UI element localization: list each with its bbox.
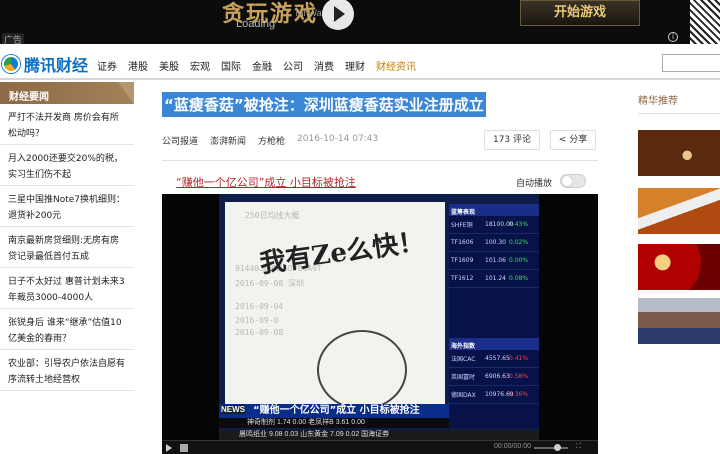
ticker-row: TF1609 101.06 0.00% [449, 252, 539, 270]
ticker-row: 英国富时 6906.63 0.58% [449, 368, 539, 386]
ticker-row: SHFE铜 18100.00 0.43% [449, 216, 539, 234]
info-icon[interactable]: i [668, 32, 678, 42]
ticker-header-2: 海外指数 [449, 338, 539, 350]
nav-item[interactable]: 财经资讯 [376, 58, 416, 73]
play-icon[interactable] [322, 0, 354, 30]
nav-item[interactable]: 宏观 [190, 58, 210, 73]
ticker-change: 0.43% [509, 221, 529, 228]
ticker-change: 0.02% [509, 239, 529, 246]
site-logo[interactable]: 腾讯财经 [2, 52, 88, 76]
qr-code [690, 0, 720, 44]
nav-item[interactable]: 理财 [345, 58, 365, 73]
related-video-link[interactable]: “赚他一个亿公司”成立 小目标被抢注 [176, 174, 356, 190]
ticker-name: TF1609 [451, 257, 474, 264]
nav-item[interactable]: 公司 [283, 58, 303, 73]
video-handwriting: 我有Ze么快！ [258, 226, 427, 280]
sidebar-title: 财经要闻 [0, 82, 134, 104]
video-player[interactable]: 250日均线大概 91440300MA5DP8CA9T 2016-09-08 深… [162, 194, 598, 454]
ticker-name: TF1612 [451, 275, 474, 282]
volume-icon[interactable] [180, 444, 188, 452]
sidebar-news-item[interactable]: 农业部：引导农户依法自愿有序流转土地经营权 [0, 350, 134, 391]
ticker-row: 德国DAX 10976.69 0.36% [449, 386, 539, 404]
ticker-row: TF1612 101.24 0.08% [449, 270, 539, 288]
video-paper-note: 250日均线大概 91440300MA5DP8CA9T 2016-09-08 深… [225, 202, 445, 418]
sidebar-news-item[interactable]: 张锐身后 谁来“继承”估值10亿美金的春雨？ [0, 309, 134, 350]
play-button-icon[interactable] [166, 444, 172, 452]
ad-tag: 广告 [2, 33, 25, 44]
ad-loading-text: Loading [236, 18, 276, 30]
article-source[interactable]: 公司报道 [162, 134, 198, 147]
article-meta: 公司报道 澎湃新闻 方枪枪 2016-10-14 07:43 [162, 134, 390, 147]
right-recommend: 精华推荐 [638, 92, 720, 344]
article-main: “蓝瘦香菇”被抢注：深圳蓝瘦香菇实业注册成立 公司报道 澎湃新闻 方枪枪 201… [162, 92, 602, 454]
ticker-value: 101.06 [485, 257, 506, 264]
autoplay-label: 自动播放 [516, 179, 553, 189]
share-label: 分享 [569, 135, 588, 145]
news-logo: NEWS [221, 405, 245, 414]
recommend-thumb-2[interactable] [638, 188, 720, 234]
volume-knob[interactable] [554, 444, 561, 451]
share-button[interactable]: < 分享 [550, 130, 596, 150]
divider [162, 160, 598, 161]
top-ad-banner[interactable]: 贪玩游戏 TanWan.com Loading 开始游戏 广告 i [0, 0, 720, 44]
ticker-value: 100.30 [485, 239, 506, 246]
article-time: 2016-10-14 07:43 [297, 134, 379, 144]
ticker-header: 蓝筹表现 [449, 204, 539, 216]
start-game-button[interactable]: 开始游戏 [520, 0, 640, 26]
article-title: “蓝瘦香菇”被抢注：深圳蓝瘦香菇实业注册成立 [162, 92, 486, 117]
sidebar-news-item[interactable]: 日子不太好过 惠普计划未来3年裁员3000-4000人 [0, 268, 134, 309]
ticker-row: TF1606 100.30 0.02% [449, 234, 539, 252]
ticker-change: 0.58% [509, 373, 529, 380]
recommend-thumb-1[interactable] [638, 130, 720, 176]
video-controls: 00:00/00:00 ⛶ [162, 440, 598, 454]
ticker-name: TF1606 [451, 239, 474, 246]
recommend-title: 精华推荐 [638, 92, 720, 114]
search-input[interactable] [662, 54, 720, 72]
ticker-change: 0.00% [509, 257, 529, 264]
stock-ticker: 蓝筹表现 SHFE铜 18100.00 0.43% TF1606 100.30 0.02%… [449, 204, 539, 428]
ticker-name: SHFE铜 [451, 222, 473, 229]
nav-item[interactable]: 消费 [314, 58, 334, 73]
nav-item[interactable]: 金融 [252, 58, 272, 73]
doodle-face [317, 330, 407, 410]
nav-item[interactable]: 美股 [159, 58, 179, 73]
news-subline-2: 晨鸣纸业 9.08 0.03 山东黄金 7.09 0.02 国海证券 [219, 430, 539, 440]
recommend-thumb-3[interactable] [638, 244, 720, 290]
nav-list: 证券 港股 美股 宏观 国际 金融 公司 消费 理财 财经资讯 [97, 58, 427, 73]
ticker-row: 法国CAC 4557.65 0.41% [449, 350, 539, 368]
ticker-value: 10976.69 [485, 391, 514, 398]
ticker-change: 0.36% [509, 391, 529, 398]
ticker-value: 101.24 [485, 275, 506, 282]
nav-item[interactable]: 证券 [97, 58, 117, 73]
ticker-name: 德国DAX [451, 392, 476, 399]
nav-item[interactable]: 国际 [221, 58, 241, 73]
ticker-change: 0.41% [509, 355, 529, 362]
ticker-value: 6906.63 [485, 373, 510, 380]
ticker-value: 18100.00 [485, 221, 514, 228]
news-headline-bar: “赚他一个亿公司”成立 小目标被抢注 [219, 404, 449, 418]
sidebar-news-item[interactable]: 南京最新房贷细则:无房有房贷记录最低首付五成 [0, 227, 134, 268]
recommend-thumb-4[interactable] [638, 298, 720, 344]
comments-button[interactable]: 173 评论 [484, 130, 540, 150]
top-nav: 腾讯财经 证券 港股 美股 宏观 国际 金融 公司 消费 理财 财经资讯 [0, 44, 720, 80]
sidebar-news-item[interactable]: 月入2000还要交20%的税，实习生们伤不起 [0, 145, 134, 186]
volume-slider[interactable] [534, 447, 568, 449]
nav-item[interactable]: 港股 [128, 58, 148, 73]
fullscreen-icon[interactable]: ⛶ [576, 443, 581, 451]
ticker-name: 法国CAC [451, 356, 476, 363]
article-author: 方枪枪 [258, 137, 286, 147]
video-frame: 250日均线大概 91440300MA5DP8CA9T 2016-09-08 深… [219, 194, 539, 444]
article-outlet[interactable]: 澎湃新闻 [210, 134, 246, 147]
ticker-change: 0.08% [509, 275, 529, 282]
autoplay-toggle[interactable] [560, 174, 586, 188]
ticker-value: 4557.65 [485, 355, 510, 362]
sidebar-news-item[interactable]: 严打不法开发商 房价会有所松动吗？ [0, 104, 134, 145]
ticker-name: 英国富时 [451, 374, 476, 381]
news-subline: 神奇制剂 1.74 0.00 老凤祥B 3.61 0.00 [219, 418, 449, 428]
sidebar-news-item[interactable]: 三星中国推Note7换机细则：退货补200元 [0, 186, 134, 227]
video-time: 00:00/00:00 [494, 443, 531, 450]
tencent-logo-icon [2, 55, 20, 73]
sidebar-news: 财经要闻 严打不法开发商 房价会有所松动吗？ 月入2000还要交20%的税，实习生… [0, 82, 134, 391]
